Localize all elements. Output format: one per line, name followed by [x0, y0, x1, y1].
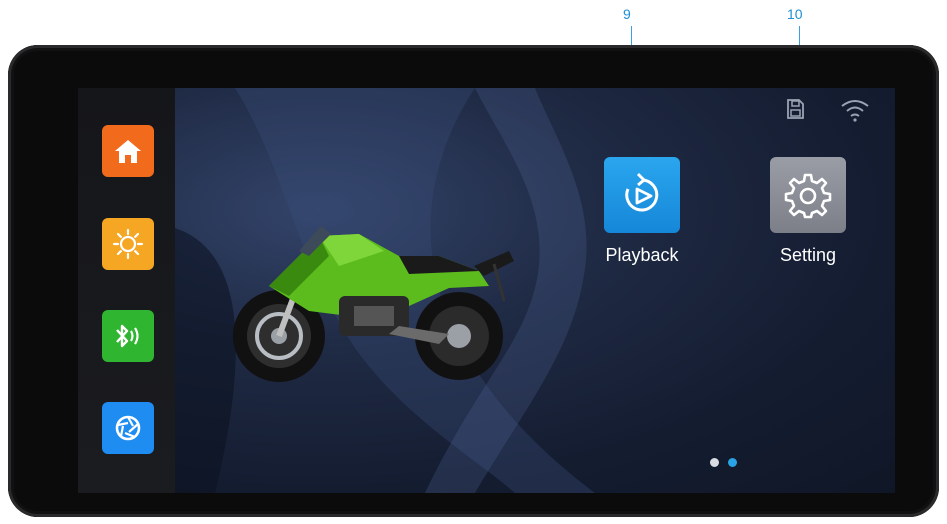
dock-camera-button[interactable] — [102, 402, 154, 454]
dock-bluetooth-audio-button[interactable] — [102, 310, 154, 362]
playback-button[interactable] — [604, 157, 680, 233]
device-frame: Playback Setting — [8, 45, 939, 517]
camera-aperture-icon — [115, 415, 141, 441]
bluetooth-audio-icon — [116, 324, 139, 348]
dock-brightness-button[interactable] — [102, 218, 154, 270]
setting-label: Setting — [779, 245, 837, 265]
home-icon — [115, 140, 141, 163]
dock — [78, 88, 175, 493]
setting-button[interactable] — [770, 157, 846, 233]
gear-icon — [784, 173, 832, 219]
dock-home-button[interactable] — [102, 125, 154, 177]
wifi-icon — [841, 100, 869, 122]
motorcycle-image — [233, 226, 514, 382]
callout-number-10: 10 — [787, 6, 803, 22]
page-dot-1[interactable] — [710, 458, 719, 467]
playback-label: Playback — [605, 245, 679, 265]
page-dot-2[interactable] — [728, 458, 737, 467]
home-screen: Playback Setting — [175, 88, 895, 493]
screen: Playback Setting — [78, 88, 895, 493]
callout-number-9: 9 — [623, 6, 631, 22]
playback-icon — [625, 172, 659, 212]
brightness-icon — [112, 228, 144, 260]
sd-card-icon — [787, 99, 804, 119]
